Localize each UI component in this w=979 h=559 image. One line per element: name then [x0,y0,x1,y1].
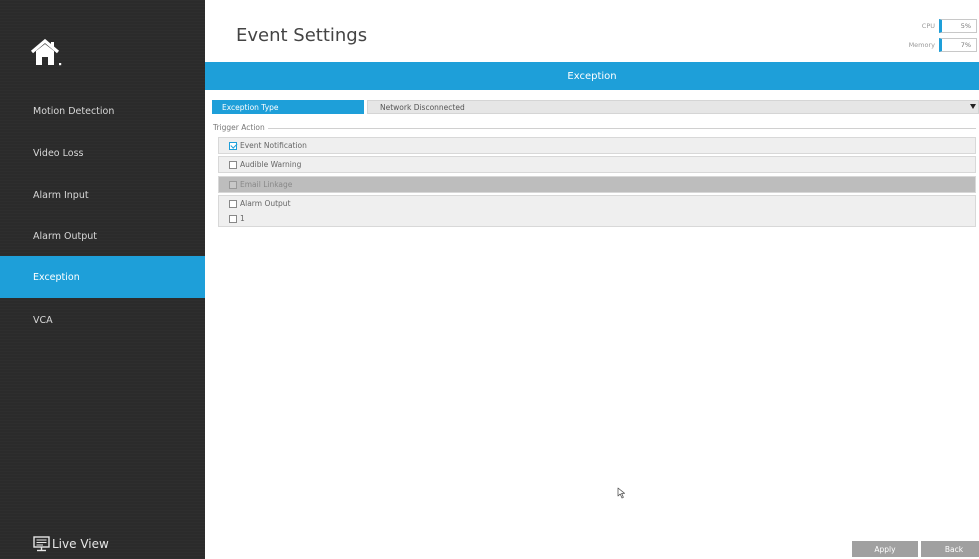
sidebar-item-label: Alarm Output [33,230,97,242]
alarm-output-label: Alarm Output [240,199,291,208]
sidebar-item-label: Alarm Input [33,189,89,201]
email-linkage-row: Email Linkage [218,176,976,193]
trigger-action-divider [262,128,976,129]
cpu-label: CPU [921,22,935,30]
mouse-pointer-icon [617,487,625,499]
memory-value: 7% [939,38,977,52]
event-notification-checkbox[interactable] [229,141,237,150]
alarm-output-1-checkbox[interactable] [229,214,237,223]
section-title: Exception [567,70,617,82]
trigger-action-legend: Trigger Action [213,123,268,132]
sidebar-item-motion-detection[interactable]: Motion Detection [0,90,205,132]
exception-type-label-text: Exception Type [222,102,279,112]
exception-type-value: Network Disconnected [380,102,465,112]
cpu-indicator: CPU 5% [922,19,977,33]
alarm-output-1-label: 1 [240,214,245,223]
sidebar: Motion Detection Video Loss Alarm Input … [0,0,205,559]
audible-warning-label: Audible Warning [240,160,302,169]
cpu-value: 5% [939,19,977,33]
event-notification-label: Event Notification [240,141,307,150]
apply-button[interactable]: Apply [852,541,918,557]
exception-type-select[interactable]: Network Disconnected [367,100,979,114]
memory-indicator: Memory 7% [909,38,977,52]
sidebar-item-label: Motion Detection [33,105,115,117]
sidebar-item-alarm-output[interactable]: Alarm Output [0,215,205,257]
sidebar-item-video-loss[interactable]: Video Loss [0,132,205,174]
event-notification-row[interactable]: Event Notification [218,137,976,154]
alarm-output-group: Alarm Output 1 [218,195,976,227]
live-view-button[interactable]: Live View [33,534,109,554]
alarm-output-1-row[interactable]: 1 [229,214,245,223]
exception-type-label: Exception Type [212,100,364,114]
monitor-icon [33,536,50,552]
sidebar-item-label: VCA [33,314,53,326]
live-view-label: Live View [52,537,109,551]
email-linkage-label: Email Linkage [240,180,293,189]
sidebar-item-alarm-input[interactable]: Alarm Input [0,174,205,216]
sidebar-item-label: Exception [33,271,80,283]
back-button[interactable]: Back [921,541,979,557]
page-title: Event Settings [236,25,368,46]
sidebar-item-exception[interactable]: Exception [0,256,205,298]
audible-warning-checkbox[interactable] [229,160,237,169]
sidebar-item-label: Video Loss [33,147,84,159]
alarm-output-row[interactable]: Alarm Output [229,199,291,208]
section-title-bar: Exception [205,62,979,90]
audible-warning-row[interactable]: Audible Warning [218,156,976,173]
home-icon[interactable] [30,38,64,68]
email-linkage-checkbox [229,180,237,189]
sidebar-item-vca[interactable]: VCA [0,299,205,341]
alarm-output-checkbox[interactable] [229,199,237,208]
caret-down-icon [970,104,976,109]
memory-label: Memory [908,41,935,49]
